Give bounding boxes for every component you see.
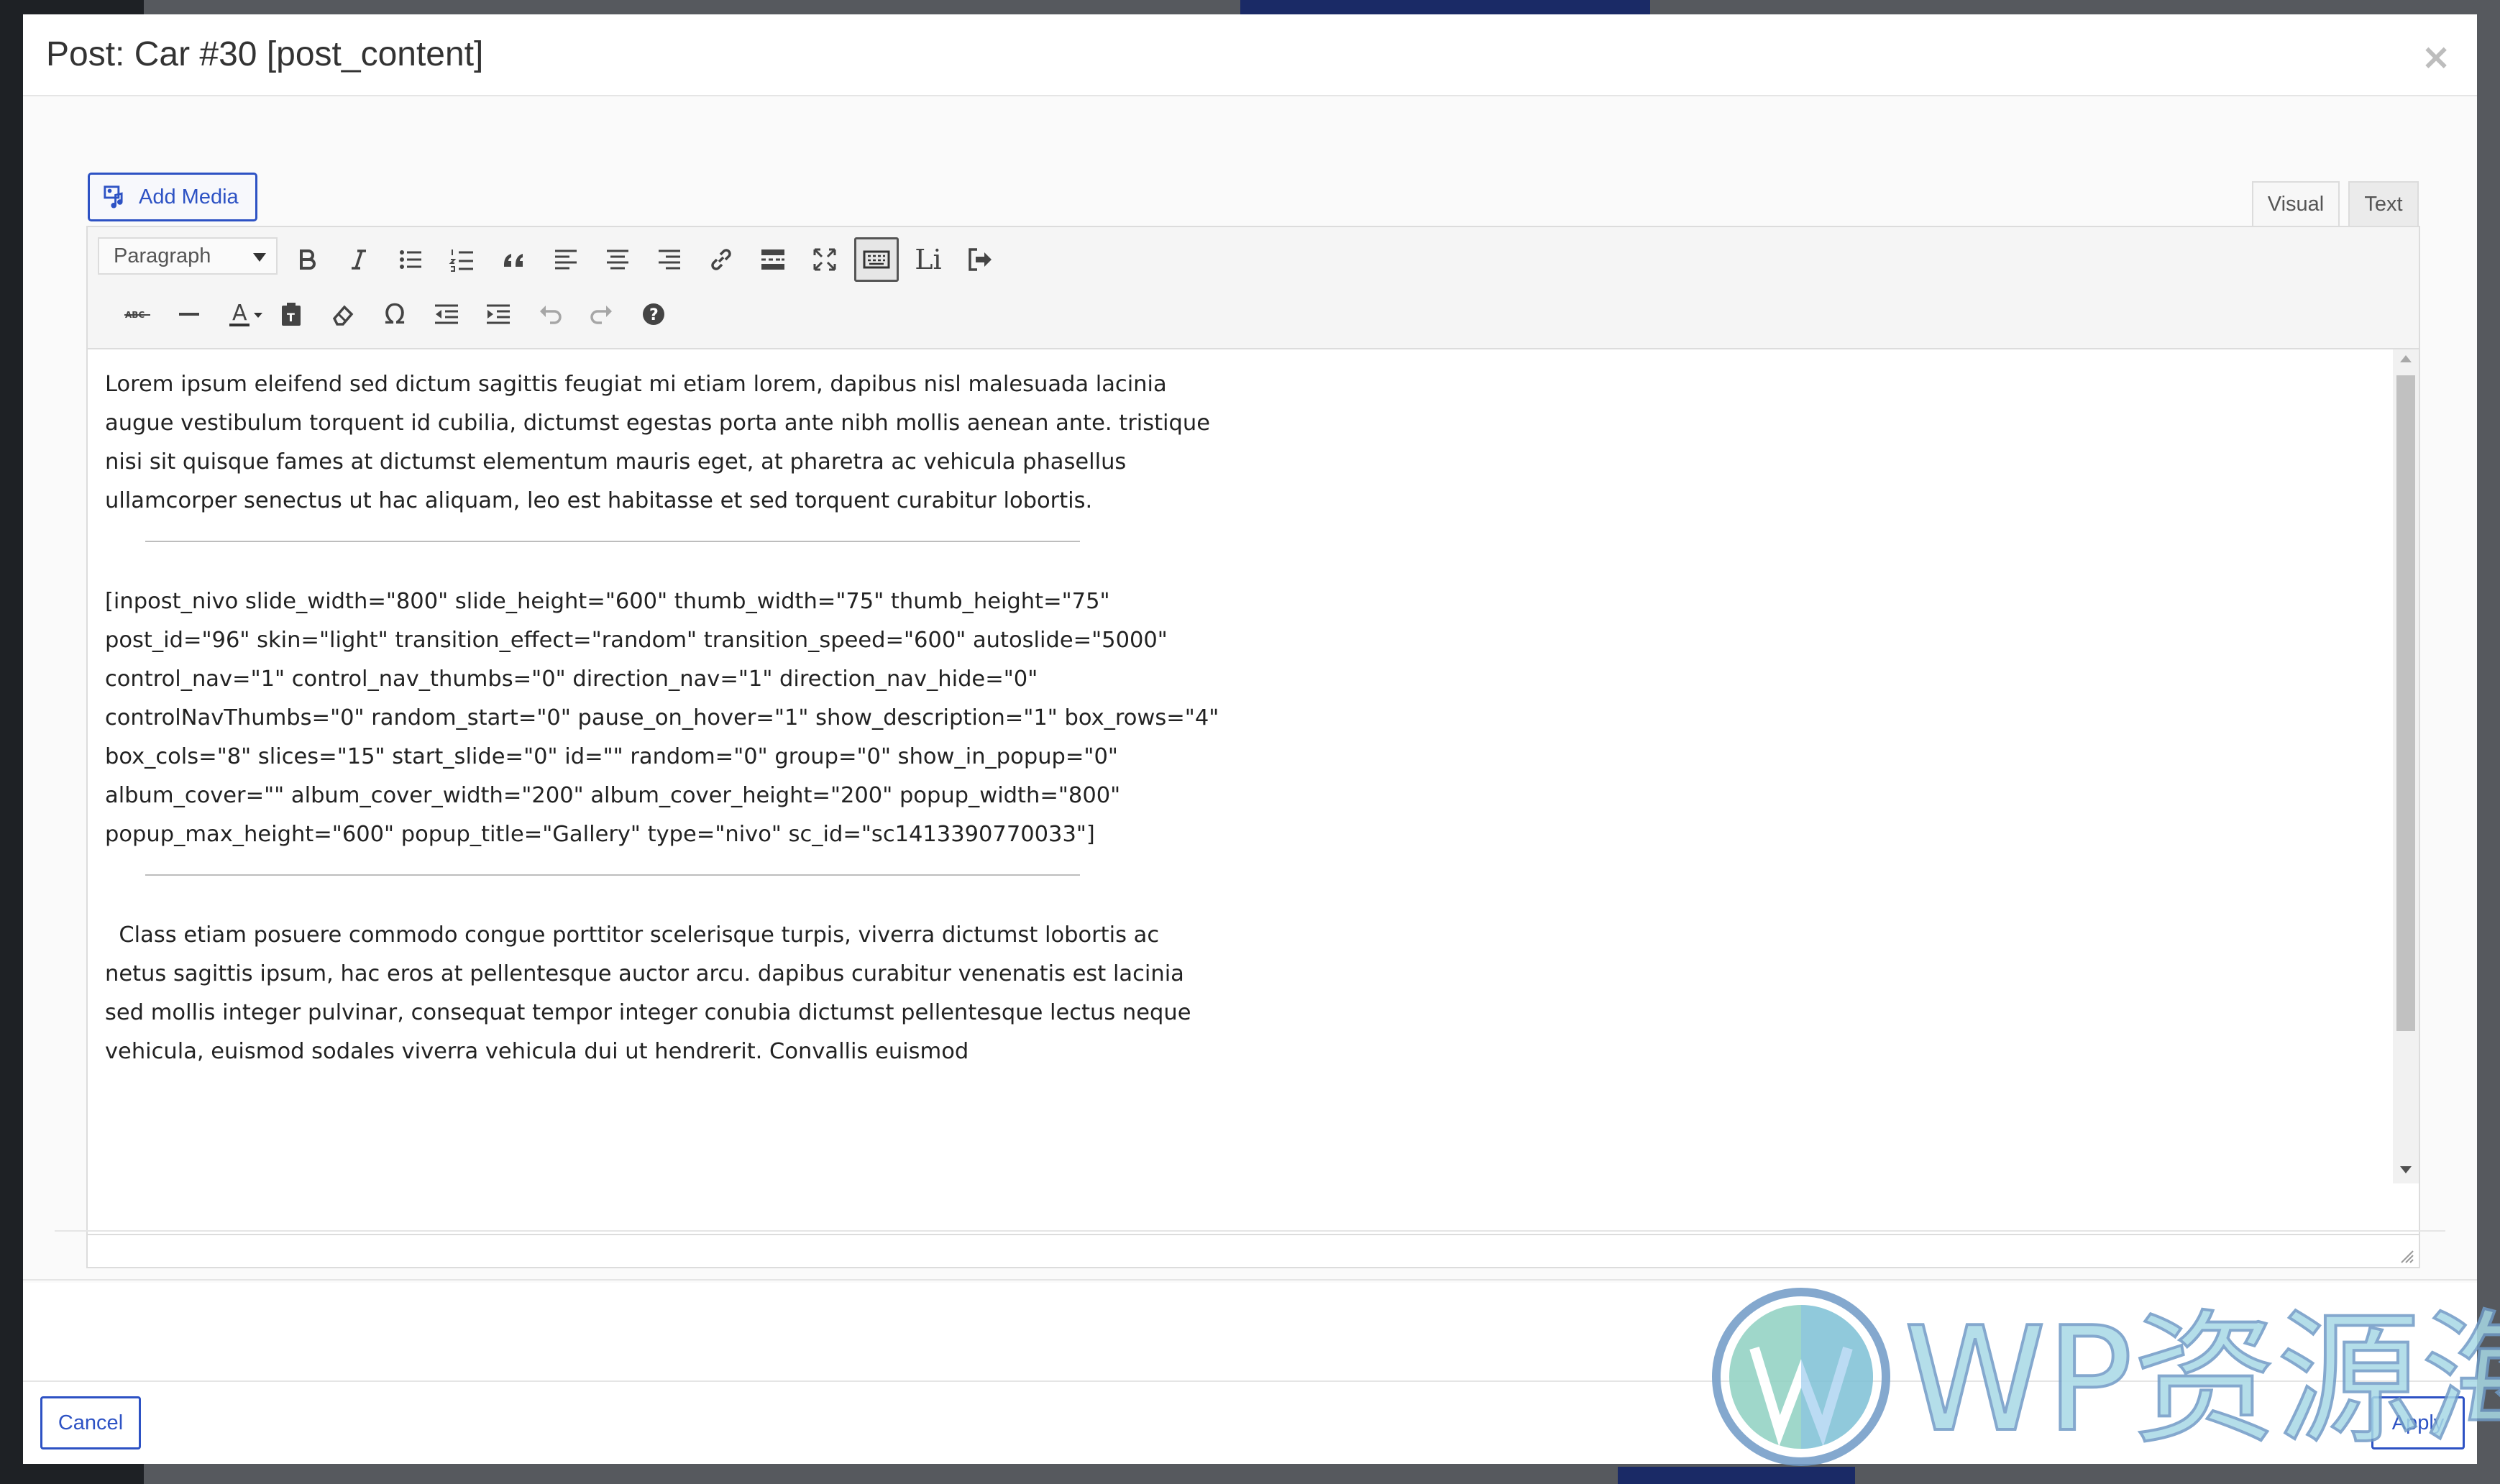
link-icon[interactable] [699, 237, 743, 282]
numbered-list-icon[interactable] [440, 237, 485, 282]
paste-text-icon[interactable]: T [269, 292, 313, 336]
modal-body: Add Media Visual Text Paragraph Li ABC A… [23, 96, 2477, 1283]
italic-icon[interactable] [336, 237, 381, 282]
svg-text:T: T [287, 311, 295, 324]
scroll-down-arrow[interactable] [2400, 1166, 2412, 1173]
indent-icon[interactable] [476, 292, 521, 336]
content-divider [145, 541, 1080, 542]
body-divider [55, 1230, 2445, 1232]
editor-scrollbar[interactable] [2393, 349, 2419, 1183]
content-paragraph: Lorem ipsum eleifend sed dictum sagittis… [105, 372, 1210, 513]
undo-icon[interactable] [528, 292, 572, 336]
clear-formatting-icon[interactable] [321, 292, 365, 336]
scroll-up-arrow[interactable] [2400, 355, 2412, 362]
cancel-button[interactable]: Cancel [40, 1396, 141, 1449]
editor-content-area[interactable]: Lorem ipsum eleifend sed dictum sagittis… [88, 349, 2419, 1183]
add-media-button[interactable]: Add Media [88, 173, 257, 221]
content-divider [145, 874, 1080, 876]
chevron-down-icon [253, 253, 266, 262]
horizontal-line-icon[interactable] [167, 292, 211, 336]
tab-visual[interactable]: Visual [2252, 181, 2340, 226]
content-paragraph: Class etiam posuere commodo congue portt… [105, 922, 1199, 1064]
watermark-text: WP资源海 [1903, 1296, 2500, 1464]
text-color-letter: A [232, 301, 247, 326]
align-left-icon[interactable] [544, 237, 588, 282]
strikethrough-icon[interactable]: ABC [115, 292, 160, 336]
special-character-icon[interactable]: Ω [372, 292, 417, 336]
close-icon[interactable]: × [2421, 39, 2451, 75]
edit-content-modal: Post: Car #30 [post_content] × Add Media… [23, 14, 2477, 1464]
wordpress-logo-icon [1712, 1288, 1890, 1466]
align-right-icon[interactable] [647, 237, 692, 282]
redo-icon[interactable] [580, 292, 624, 336]
outdent-icon[interactable] [424, 292, 469, 336]
align-center-icon[interactable] [595, 237, 640, 282]
scroll-thumb[interactable] [2396, 375, 2415, 1031]
toolbar-toggle-icon[interactable] [854, 237, 899, 282]
add-media-icon [104, 186, 123, 209]
bullet-list-icon[interactable] [388, 237, 433, 282]
bold-icon[interactable] [285, 237, 329, 282]
li-button[interactable]: Li [906, 237, 951, 282]
editor-content: Lorem ipsum eleifend sed dictum sagittis… [105, 365, 1227, 1071]
help-icon[interactable]: ? [631, 292, 676, 336]
paragraph-format-select[interactable]: Paragraph [98, 237, 278, 275]
exit-icon[interactable] [958, 237, 1002, 282]
omega-glyph: Ω [384, 298, 406, 330]
background-topbar [1240, 0, 1650, 16]
tab-text[interactable]: Text [2348, 181, 2419, 226]
fullscreen-icon[interactable] [802, 237, 847, 282]
svg-text:?: ? [649, 306, 659, 324]
modal-header: Post: Car #30 [post_content] × [23, 14, 2477, 96]
text-color-chevron-icon[interactable] [247, 292, 269, 336]
li-label: Li [915, 244, 942, 275]
rich-text-editor: Paragraph Li ABC A T Ω ? Lorem ipsum ele… [86, 226, 2420, 1268]
format-select-value: Paragraph [114, 244, 211, 267]
content-shortcode: [inpost_nivo slide_width="800" slide_hei… [105, 589, 1219, 847]
modal-title: Post: Car #30 [post_content] [46, 35, 484, 73]
body-divider [23, 1279, 2477, 1281]
blockquote-icon[interactable] [492, 237, 536, 282]
add-media-label: Add Media [139, 185, 239, 209]
editor-toolbar: Paragraph Li ABC A T Ω ? [88, 227, 2419, 349]
resize-handle-icon[interactable] [2399, 1248, 2414, 1264]
watermark: WP资源海 [1711, 1287, 2500, 1474]
editor-status-bar [88, 1234, 2419, 1267]
read-more-icon[interactable] [751, 237, 795, 282]
